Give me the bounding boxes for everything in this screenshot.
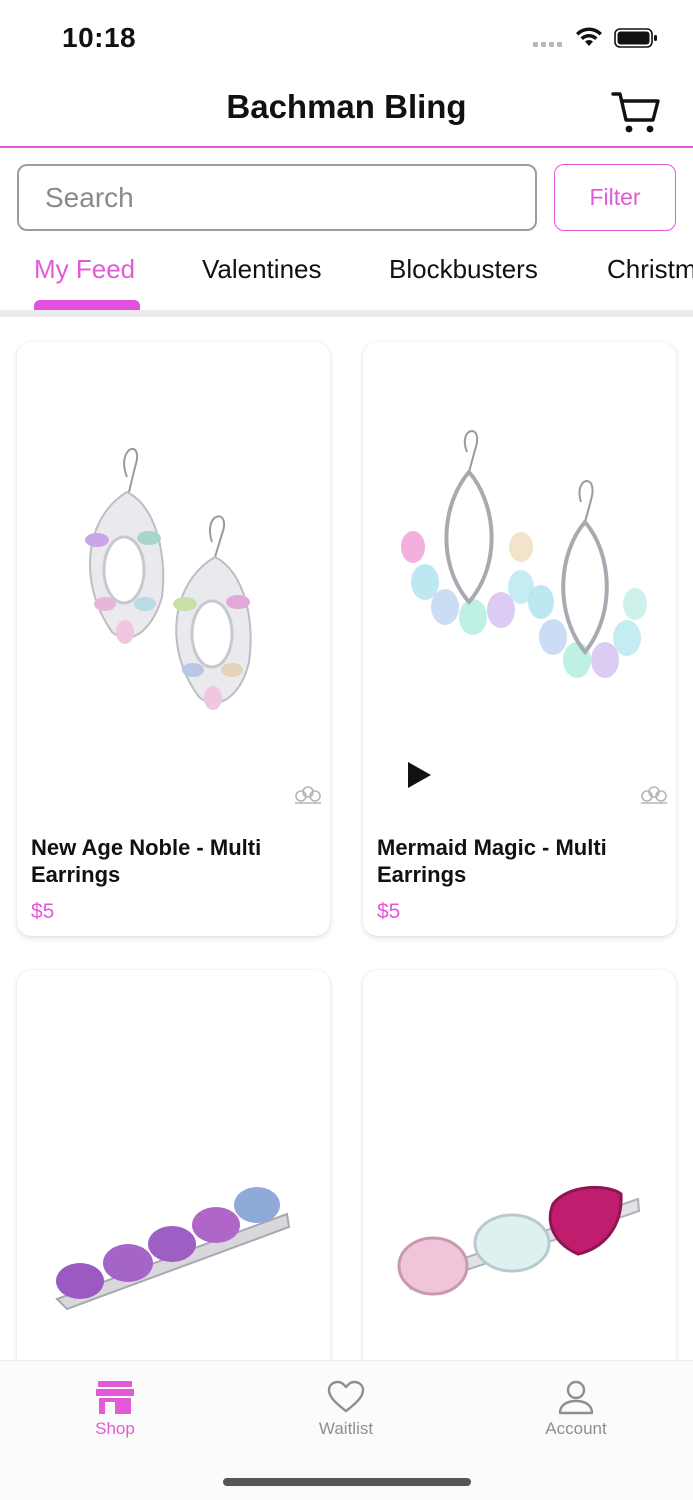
nav-shop[interactable]: Shop bbox=[45, 1379, 185, 1439]
status-bar: 10:18 bbox=[0, 0, 693, 76]
tab-blockbusters[interactable]: Blockbusters bbox=[389, 254, 538, 285]
product-image-earrings bbox=[401, 430, 647, 678]
nav-label: Waitlist bbox=[318, 1419, 374, 1438]
cellular-signal-icon bbox=[533, 42, 562, 47]
status-time: 10:18 bbox=[62, 22, 137, 53]
nav-label: Account bbox=[545, 1419, 607, 1438]
product-card[interactable] bbox=[363, 970, 676, 1390]
product-title: New Age Noble - Multi Earrings bbox=[31, 835, 262, 887]
nav-label: Shop bbox=[95, 1419, 135, 1438]
tab-valentines[interactable]: Valentines bbox=[202, 254, 322, 285]
product-image-hair-clip bbox=[55, 1187, 291, 1311]
store-icon bbox=[96, 1381, 134, 1414]
product-card[interactable]: Mermaid Magic - Multi Earrings $5 bbox=[363, 342, 676, 936]
crown-icon bbox=[295, 786, 321, 804]
battery-icon bbox=[614, 28, 657, 48]
product-card[interactable]: New Age Noble - Multi Earrings $5 bbox=[17, 342, 330, 936]
category-tabs: My Feed Valentines Blockbusters Christma… bbox=[0, 238, 693, 312]
crown-icon bbox=[641, 786, 667, 804]
nav-waitlist[interactable]: Waitlist bbox=[276, 1379, 416, 1439]
product-title: Mermaid Magic - Multi Earrings bbox=[377, 835, 607, 887]
tab-my-feed[interactable]: My Feed bbox=[34, 254, 135, 285]
wifi-icon bbox=[576, 27, 602, 46]
product-image-hair-clip bbox=[397, 1185, 641, 1296]
user-icon bbox=[558, 1380, 594, 1415]
active-tab-indicator bbox=[34, 300, 140, 310]
cart-icon[interactable] bbox=[610, 88, 662, 136]
product-card[interactable] bbox=[17, 970, 330, 1390]
tabs-divider bbox=[0, 310, 693, 317]
search-input[interactable] bbox=[17, 164, 537, 231]
play-video-icon[interactable] bbox=[405, 760, 433, 790]
tab-christmas[interactable]: Christmas bbox=[607, 254, 693, 285]
home-indicator bbox=[223, 1478, 471, 1486]
product-image-earrings bbox=[85, 447, 252, 710]
filter-button[interactable]: Filter bbox=[554, 164, 676, 231]
product-price: $5 bbox=[377, 900, 401, 923]
product-price: $5 bbox=[31, 900, 55, 923]
app-title: Bachman Bling bbox=[226, 88, 467, 125]
app-header: Bachman Bling bbox=[0, 76, 693, 148]
nav-account[interactable]: Account bbox=[506, 1379, 646, 1439]
heart-icon bbox=[327, 1380, 365, 1413]
